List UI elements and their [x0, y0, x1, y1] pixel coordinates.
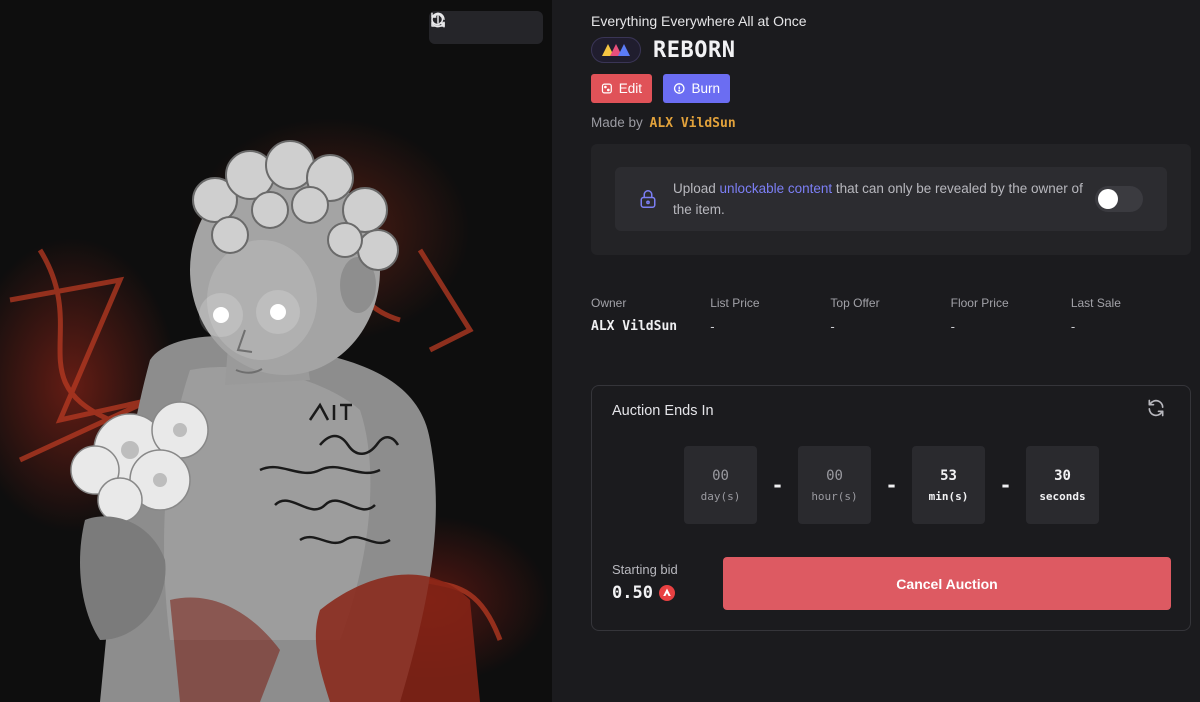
stat-owner: Owner ALX VildSun [591, 296, 710, 334]
stat-label: Floor Price [950, 296, 1009, 310]
stat-top-offer: Top Offer - [830, 296, 950, 334]
owner-link[interactable]: ALX VildSun [591, 319, 710, 334]
burn-button[interactable]: Burn [663, 74, 730, 103]
share-icon[interactable] [431, 12, 531, 40]
auction-countdown: 00 day(s) - 00 hour(s) - 53 min(s) - 30 … [684, 446, 1099, 524]
triangle-chain-icon [591, 37, 641, 63]
search-icon[interactable] [431, 13, 498, 40]
countdown-unit: min(s) [928, 489, 969, 503]
countdown-separator: - [885, 473, 898, 497]
toggle-knob [1098, 189, 1118, 209]
countdown-separator: - [771, 473, 784, 497]
price-stats: Owner ALX VildSun List Price - Top Offer… [591, 296, 1191, 334]
unlockable-card: Upload unlockable content that can only … [591, 144, 1191, 255]
made-by-label: Made by [591, 115, 643, 130]
stat-label: Last Sale [1070, 296, 1121, 310]
edit-button[interactable]: Edit [591, 74, 652, 103]
artwork-toolbar [429, 11, 543, 44]
countdown-hours: 00 hour(s) [798, 446, 871, 524]
stat-value: - [1070, 319, 1076, 334]
countdown-value: 53 [940, 467, 957, 484]
starting-bid-amount: 0.50 [612, 583, 653, 603]
countdown-value: 00 [826, 467, 843, 484]
title-row: REBORN [591, 37, 735, 63]
stat-label: List Price [710, 296, 760, 310]
stat-floor-price: Floor Price - [951, 296, 1071, 334]
unlockable-link[interactable]: unlockable content [720, 181, 833, 196]
countdown-unit: seconds [1039, 489, 1086, 503]
stat-value: - [830, 319, 835, 334]
unlockable-description: Upload unlockable content that can only … [673, 178, 1085, 220]
auction-card: Auction Ends In 00 day(s) - 00 hour(s) -… [591, 385, 1191, 631]
edit-label: Edit [618, 81, 642, 96]
countdown-unit: hour(s) [811, 489, 858, 503]
avax-icon [658, 585, 675, 601]
made-by: Made by ALX VildSun [591, 115, 736, 131]
unlockable-text-before: Upload [673, 181, 716, 196]
burn-label: Burn [691, 81, 720, 96]
countdown-days: 00 day(s) [684, 446, 757, 524]
countdown-value: 00 [712, 467, 729, 484]
edit-icon [601, 83, 612, 94]
collection-name[interactable]: Everything Everywhere All at Once [591, 13, 807, 29]
auction-title: Auction Ends In [612, 403, 714, 419]
refresh-icon[interactable] [1146, 398, 1168, 420]
countdown-seconds: 30 seconds [1026, 446, 1099, 524]
item-detail-panel: Everything Everywhere All at Once REBORN… [591, 0, 1200, 702]
burn-icon [673, 83, 685, 94]
stat-list-price: List Price - [710, 296, 830, 334]
unlockable-toggle[interactable] [1095, 186, 1143, 212]
creator-link[interactable]: ALX VildSun [650, 116, 736, 131]
lock-icon [640, 190, 656, 208]
countdown-minutes: 53 min(s) [912, 446, 985, 524]
item-actions: Edit Burn [591, 74, 730, 103]
stat-label: Owner [591, 296, 627, 310]
unlockable-row: Upload unlockable content that can only … [615, 167, 1167, 231]
stat-last-sale: Last Sale - [1071, 296, 1191, 334]
countdown-separator: - [999, 473, 1012, 497]
stat-value: - [710, 319, 715, 334]
starting-bid-label: Starting bid [612, 562, 678, 577]
nft-artwork [0, 0, 552, 702]
starting-bid-value: 0.50 [612, 583, 678, 603]
countdown-value: 30 [1054, 467, 1071, 484]
item-title: REBORN [653, 37, 736, 63]
countdown-unit: day(s) [700, 489, 741, 503]
stat-label: Top Offer [830, 296, 880, 310]
cancel-auction-button[interactable]: Cancel Auction [723, 557, 1171, 610]
starting-bid: Starting bid 0.50 [612, 562, 678, 603]
artwork-illustration [9, 140, 503, 702]
stat-value: - [950, 319, 955, 334]
